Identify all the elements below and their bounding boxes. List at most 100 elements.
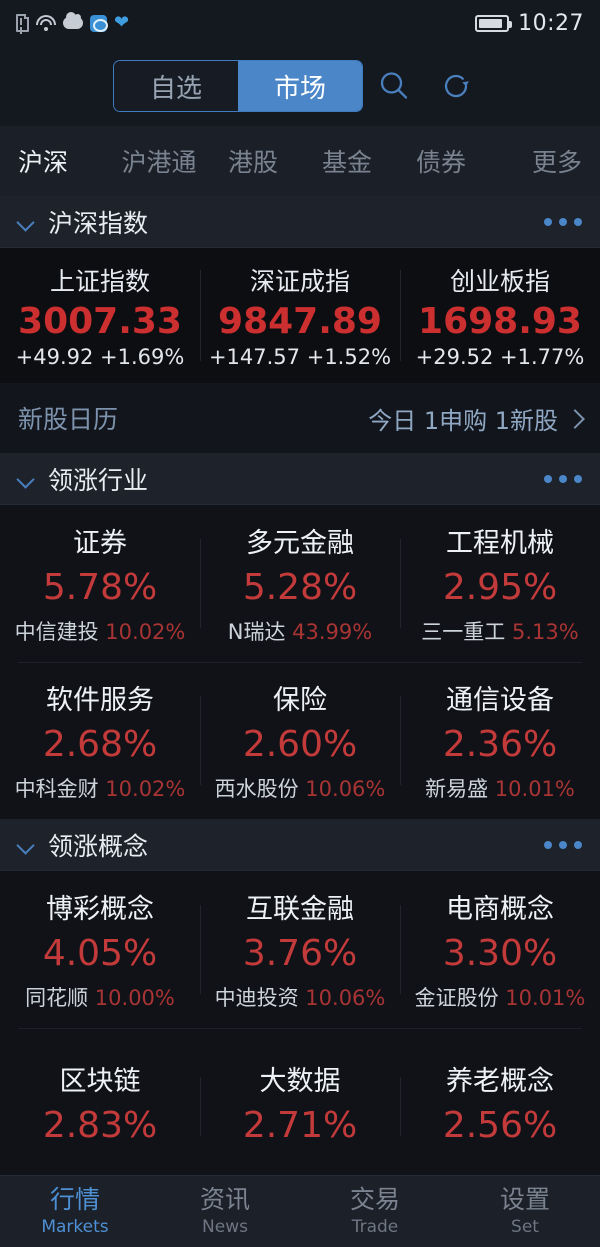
- chevron-down-icon[interactable]: [18, 837, 34, 853]
- new-stock-info: 今日 1申购 1新股: [368, 406, 558, 435]
- status-clock: 10:27: [518, 10, 584, 36]
- index-change-pct: +1.52%: [306, 344, 392, 369]
- concept-name: 互联金融: [246, 894, 354, 926]
- app-icon: [90, 14, 108, 32]
- concept-lead-stock: 中迪投资 10.06%: [200, 982, 400, 1012]
- concept-cell[interactable]: 大数据 2.71%: [200, 1051, 400, 1161]
- concept-cell[interactable]: 博彩概念 4.05% 同花顺 10.00%: [0, 879, 200, 1019]
- tab-bonds[interactable]: 债券: [394, 143, 488, 179]
- lead-stock-percent: 10.06%: [305, 985, 386, 1010]
- tab-more[interactable]: 更多: [488, 143, 582, 179]
- search-button[interactable]: [363, 55, 425, 117]
- index-change-abs: +29.52: [415, 344, 494, 369]
- index-change-pct: +1.69%: [100, 344, 185, 369]
- industry-name: 通信设备: [446, 685, 554, 717]
- concept-name: 电商概念: [446, 894, 554, 926]
- nav-trade[interactable]: 交易 Trade: [300, 1185, 450, 1237]
- status-right: 10:27: [475, 11, 584, 36]
- new-stock-right: 今日 1申购 1新股: [368, 401, 582, 436]
- tab-hugangtong[interactable]: 沪港通: [112, 143, 206, 179]
- heart-icon: ❤: [114, 12, 130, 33]
- lead-stock-name: 同花顺: [25, 985, 89, 1010]
- industry-cell[interactable]: 工程机械 2.95% 三一重工 5.13%: [400, 513, 600, 653]
- index-card[interactable]: 深证成指 9847.89 +147.57 +1.52%: [200, 256, 400, 375]
- lead-stock-percent: 10.00%: [94, 985, 175, 1010]
- lead-stock-percent: 10.01%: [494, 776, 575, 801]
- nav-trade-en: Trade: [351, 1216, 399, 1237]
- segment-watchlist[interactable]: 自选: [114, 61, 238, 111]
- industry-lead-stock: 新易盛 10.01%: [400, 773, 600, 803]
- industry-percent: 2.95%: [442, 567, 558, 609]
- new-stock-label: 新股日历: [18, 405, 119, 434]
- grid-row: 区块链 2.83% 大数据 2.71% 养老概念 2.56%: [0, 1028, 600, 1175]
- tab-hushen[interactable]: 沪深: [18, 143, 112, 179]
- lead-stock-percent: 10.02%: [105, 776, 186, 801]
- nav-news[interactable]: 资讯 News: [150, 1185, 300, 1237]
- concept-name: 博彩概念: [46, 894, 154, 926]
- more-dots-icon[interactable]: [544, 217, 582, 226]
- section-title: 沪深指数: [48, 208, 149, 238]
- industry-name: 多元金融: [246, 528, 354, 560]
- nav-news-en: News: [202, 1216, 248, 1237]
- index-change-abs: +49.92: [15, 344, 94, 369]
- concept-cell[interactable]: 互联金融 3.76% 中迪投资 10.06%: [200, 879, 400, 1019]
- top-bar: 自选 市场: [0, 46, 600, 126]
- refresh-button[interactable]: [425, 55, 487, 117]
- industry-cell[interactable]: 软件服务 2.68% 中科金财 10.02%: [0, 670, 200, 810]
- section-header-industry[interactable]: 领涨行业: [0, 453, 600, 505]
- index-card[interactable]: 上证指数 3007.33 +49.92 +1.69%: [0, 256, 200, 375]
- industry-cell[interactable]: 证券 5.78% 中信建投 10.02%: [0, 513, 200, 653]
- concept-cell[interactable]: 养老概念 2.56%: [400, 1051, 600, 1161]
- scroll-content[interactable]: ❤ 10:27 自选 市场 沪深 沪港通 港股 基金 债券 更多 沪深指数 上证…: [0, 0, 600, 1175]
- chevron-down-icon[interactable]: [18, 214, 34, 230]
- refresh-icon: [444, 74, 469, 98]
- concept-lead-stock: 金证股份 10.01%: [400, 982, 600, 1012]
- index-card[interactable]: 创业板指 1698.93 +29.52 +1.77%: [400, 256, 600, 375]
- concept-name: 养老概念: [446, 1066, 554, 1098]
- industry-lead-stock: N瑞达 43.99%: [200, 616, 400, 646]
- concept-percent: 2.83%: [42, 1105, 158, 1147]
- more-dots-icon[interactable]: [544, 474, 582, 483]
- industry-percent: 2.36%: [442, 724, 558, 766]
- category-tabs: 沪深 沪港通 港股 基金 债券 更多: [0, 126, 600, 196]
- index-change: +29.52 +1.77%: [400, 345, 600, 369]
- section-title: 领涨行业: [48, 465, 149, 495]
- cloud-icon: [63, 12, 83, 29]
- lead-stock-name: 中迪投资: [214, 985, 299, 1010]
- industry-name: 保险: [273, 685, 327, 717]
- nav-settings-en: Set: [511, 1216, 539, 1237]
- index-value: 1698.93: [418, 301, 582, 343]
- lead-stock-name: 新易盛: [425, 776, 489, 801]
- industry-lead-stock: 三一重工 5.13%: [400, 616, 600, 646]
- tab-hkstocks[interactable]: 港股: [206, 143, 300, 179]
- lead-stock-name: 西水股份: [214, 776, 299, 801]
- chevron-right-icon: [568, 411, 582, 425]
- section-header-concept[interactable]: 领涨概念: [0, 819, 600, 871]
- more-dots-icon[interactable]: [544, 840, 582, 849]
- industry-name: 工程机械: [446, 528, 554, 560]
- industry-percent: 2.60%: [242, 724, 358, 766]
- industry-cell[interactable]: 保险 2.60% 西水股份 10.06%: [200, 670, 400, 810]
- concept-cell[interactable]: 电商概念 3.30% 金证股份 10.01%: [400, 879, 600, 1019]
- concept-grid: 博彩概念 4.05% 同花顺 10.00% 互联金融 3.76% 中迪投资 10…: [0, 871, 600, 1175]
- section-title: 领涨概念: [48, 831, 149, 861]
- nav-settings[interactable]: 设置 Set: [450, 1185, 600, 1237]
- new-stock-calendar-bar[interactable]: 新股日历 今日 1申购 1新股: [0, 383, 600, 453]
- industry-cell[interactable]: 通信设备 2.36% 新易盛 10.01%: [400, 670, 600, 810]
- segment-market[interactable]: 市场: [238, 61, 362, 111]
- industry-cell[interactable]: 多元金融 5.28% N瑞达 43.99%: [200, 513, 400, 653]
- tab-funds[interactable]: 基金: [300, 143, 394, 179]
- wifi-icon: [36, 15, 56, 31]
- concept-lead-stock: 同花顺 10.00%: [0, 982, 200, 1012]
- nav-news-cn: 资讯: [199, 1185, 250, 1215]
- concept-name: 区块链: [59, 1066, 141, 1098]
- section-header-index[interactable]: 沪深指数: [0, 196, 600, 248]
- concept-cell[interactable]: 区块链 2.83%: [0, 1051, 200, 1161]
- nav-markets[interactable]: 行情 Markets: [0, 1185, 150, 1237]
- grid-row: 软件服务 2.68% 中科金财 10.02% 保险 2.60% 西水股份 10.…: [0, 662, 600, 819]
- chevron-down-icon[interactable]: [18, 471, 34, 487]
- index-change-pct: +1.77%: [500, 344, 585, 369]
- lead-stock-name: 中信建投: [14, 619, 99, 644]
- segmented-control: 自选 市场: [113, 60, 363, 112]
- index-name: 上证指数: [49, 267, 150, 297]
